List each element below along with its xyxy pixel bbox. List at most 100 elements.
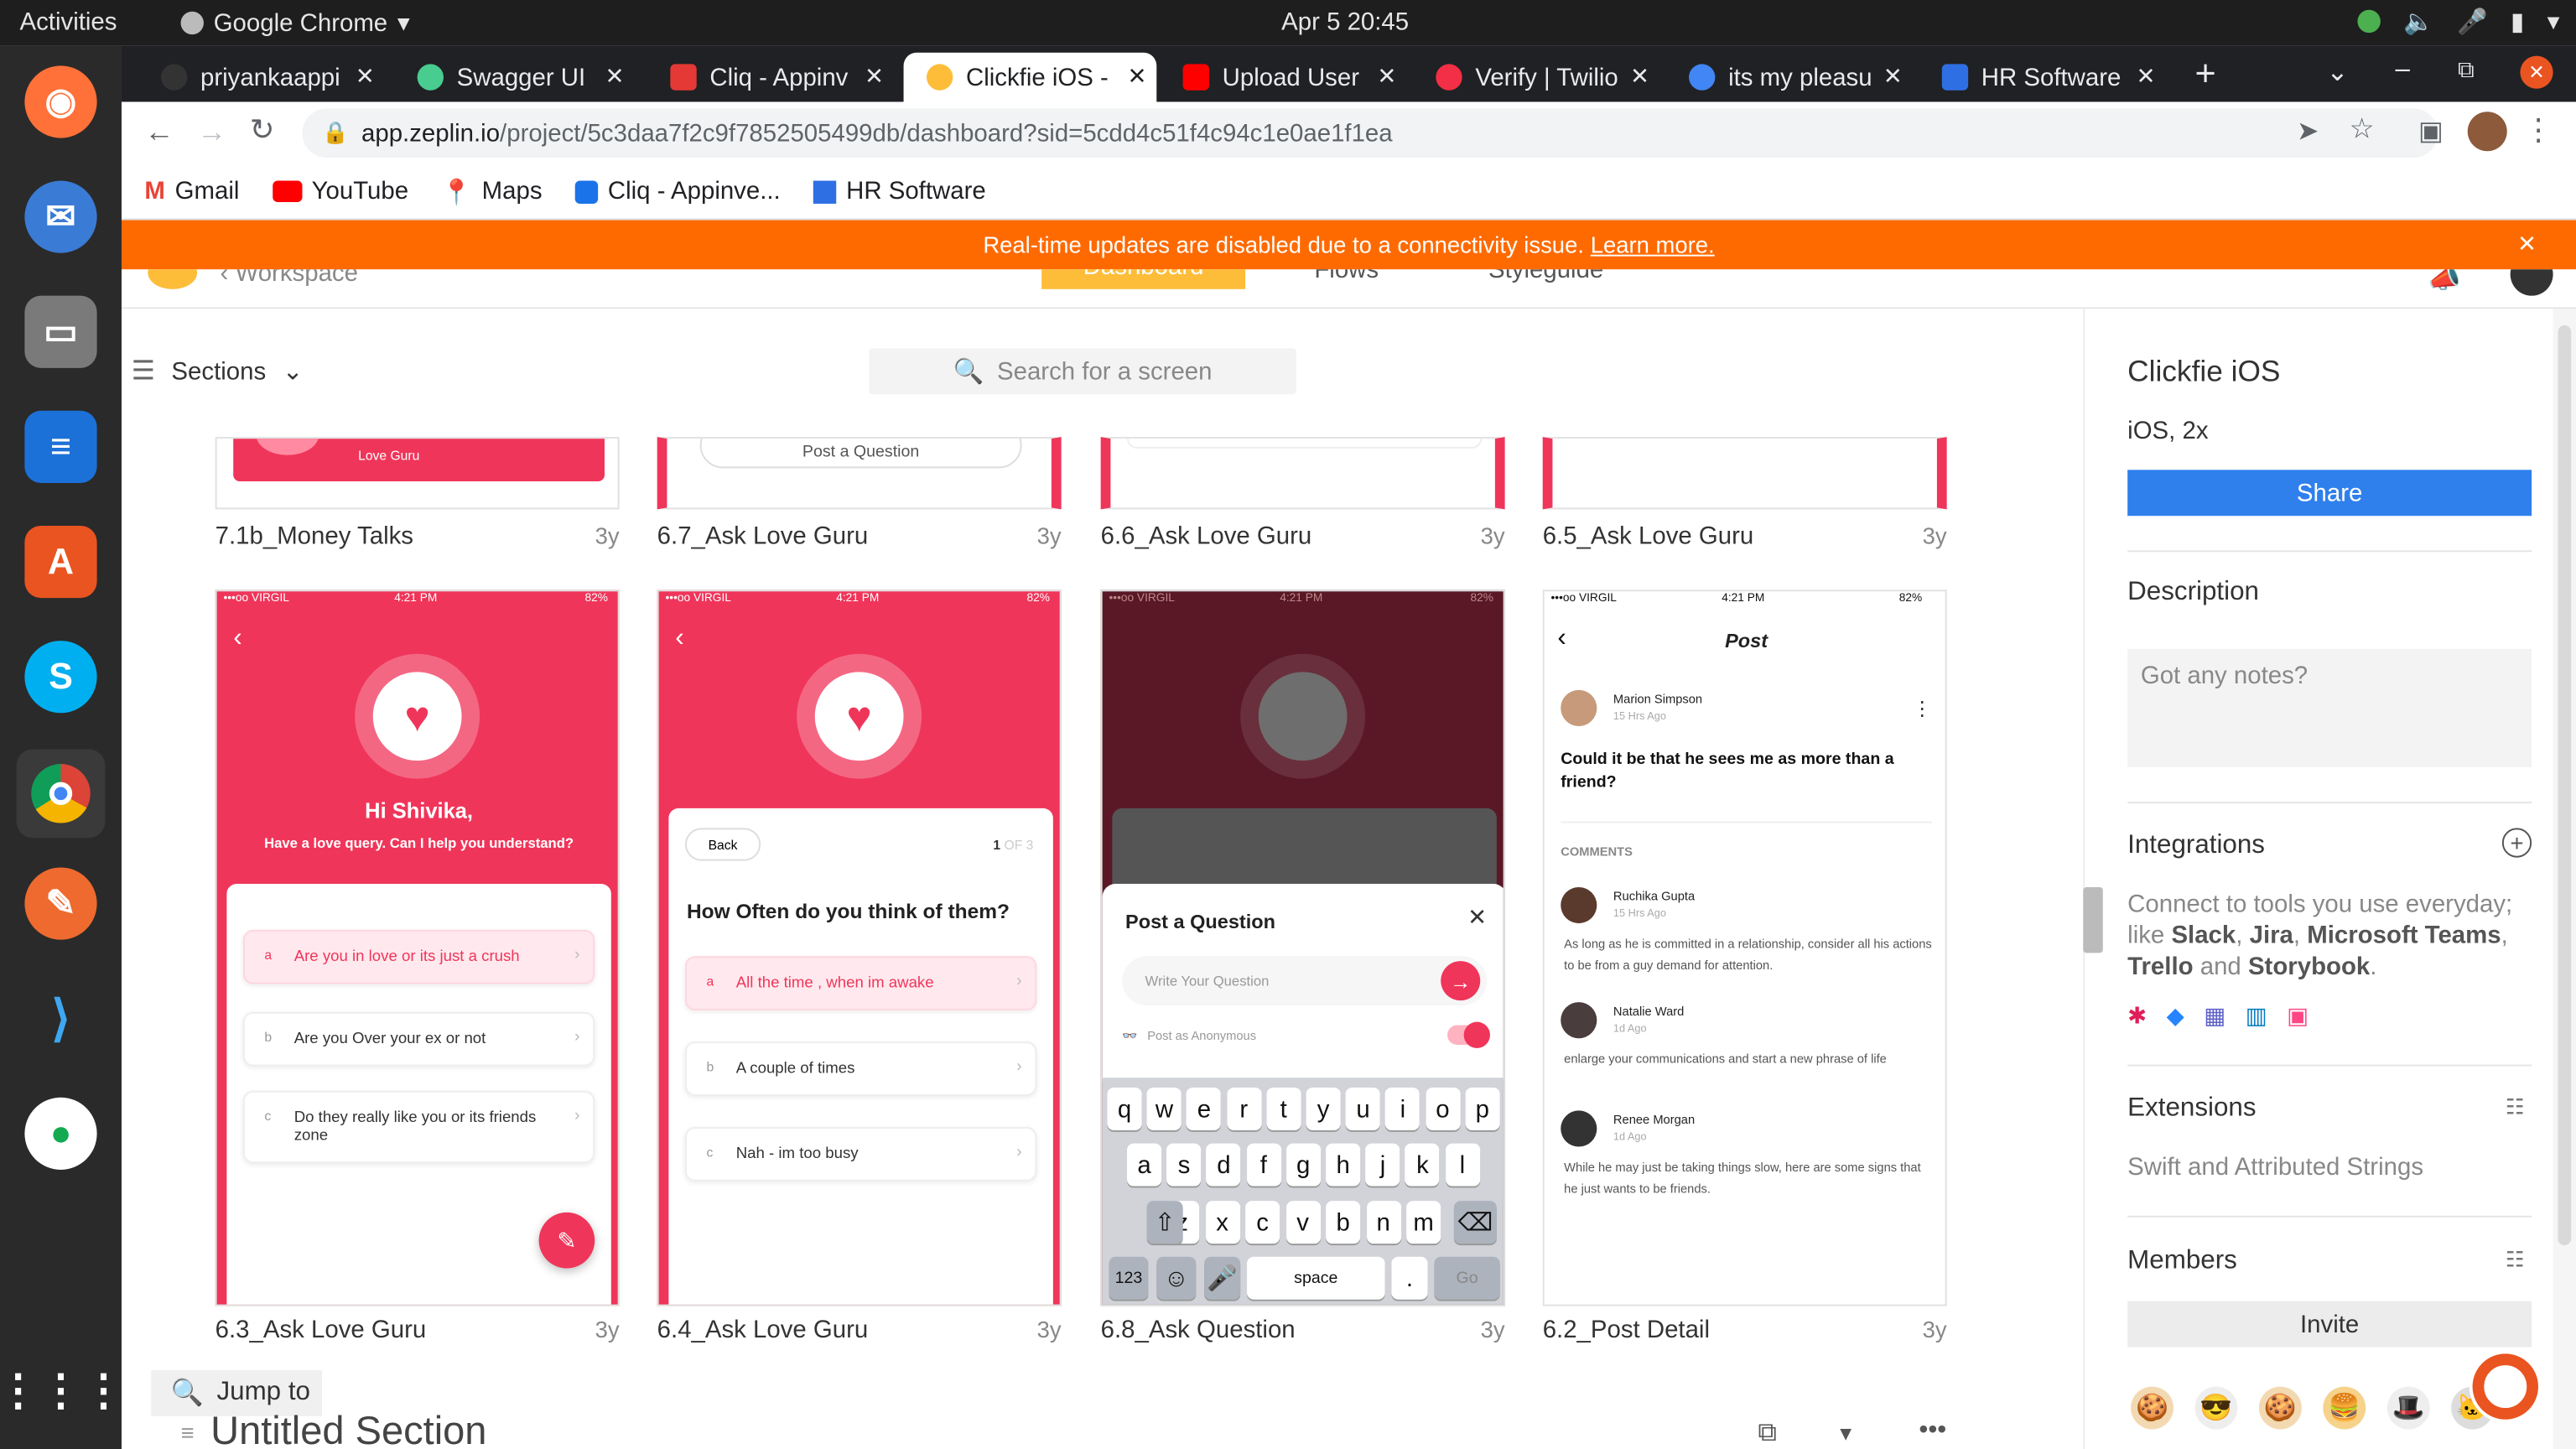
keyboard-key[interactable]: d xyxy=(1206,1143,1241,1187)
member-avatar[interactable]: 😎 xyxy=(2194,1386,2238,1430)
keyboard-key[interactable]: v xyxy=(1285,1201,1321,1244)
close-icon[interactable]: ✕ xyxy=(1467,904,1487,932)
screen-thumbnail-68[interactable]: •••oo VIRGIL 4:21 PM 82% Post a Question… xyxy=(1100,589,1505,1306)
question-input[interactable]: Write Your Question → xyxy=(1122,956,1488,1006)
browser-tab[interactable]: HR Software ✕ xyxy=(1919,53,2165,102)
screen-thumbnail[interactable]: Love Guru xyxy=(215,437,620,510)
help-lifebuoy-icon[interactable] xyxy=(2472,1353,2538,1420)
mongodb-compass-icon[interactable]: ● xyxy=(24,1097,97,1170)
keyboard-key[interactable]: f xyxy=(1246,1143,1281,1187)
keyboard-key[interactable]: n xyxy=(1366,1201,1401,1244)
system-tray[interactable]: 🔈 🎤 ▮ ▾ xyxy=(2357,7,2559,36)
slack-icon[interactable]: ✱ xyxy=(2127,1002,2147,1030)
close-icon[interactable]: ✕ xyxy=(605,62,625,90)
libreoffice-writer-icon[interactable]: ≡ xyxy=(24,410,97,484)
screen-thumbnail[interactable] xyxy=(1100,437,1505,510)
invite-button[interactable]: Invite xyxy=(2127,1301,2532,1348)
thunderbird-icon[interactable]: ✉ xyxy=(24,180,97,253)
member-avatar[interactable]: 🍪 xyxy=(2131,1386,2174,1430)
screen-search-input[interactable]: 🔍 Search for a screen xyxy=(869,348,1296,395)
browser-tab[interactable]: Upload User ✕ xyxy=(1160,53,1406,102)
tab-dashboard[interactable]: Dashboard xyxy=(1041,269,1246,289)
answer-option[interactable]: c Do they really like you or its friends… xyxy=(242,1090,595,1164)
activities-button[interactable]: Activities xyxy=(20,8,117,36)
microphone-icon[interactable]: 🎤 xyxy=(1204,1256,1241,1300)
trello-icon[interactable]: ▥ xyxy=(2246,1002,2267,1030)
jira-icon[interactable]: ◆ xyxy=(2167,1002,2184,1030)
close-icon[interactable]: ✕ xyxy=(356,62,375,90)
answer-option-selected[interactable]: a All the time , when im awake › xyxy=(684,956,1037,1010)
shift-key[interactable]: ⇧ xyxy=(1146,1201,1183,1244)
back-chevron-icon[interactable]: ‹ xyxy=(675,624,683,653)
close-icon[interactable]: ✕ xyxy=(2136,62,2155,90)
close-icon[interactable]: ✕ xyxy=(1630,62,1649,90)
bookmark-maps[interactable]: 📍 Maps xyxy=(441,177,542,206)
browser-tab[interactable]: Swagger UI ✕ xyxy=(394,53,634,102)
keyboard-key[interactable]: b xyxy=(1326,1201,1361,1244)
member-avatar[interactable]: 🍪 xyxy=(2258,1386,2302,1430)
firefox-icon[interactable]: ◉ xyxy=(24,65,97,138)
side-panel-icon[interactable]: ▣ xyxy=(2418,115,2444,148)
go-key[interactable]: Go xyxy=(1434,1256,1500,1300)
bookmark-gmail[interactable]: M Gmail xyxy=(144,178,239,205)
reload-icon[interactable]: ↻ xyxy=(250,113,275,148)
keyboard-key[interactable]: r xyxy=(1226,1087,1261,1130)
keyboard-key[interactable]: i xyxy=(1385,1087,1420,1130)
keyboard-key[interactable]: e xyxy=(1187,1087,1222,1130)
panel-scrollbar-thumb[interactable] xyxy=(2083,886,2103,953)
keyboard-key[interactable]: l xyxy=(1445,1143,1480,1187)
anonymous-toggle[interactable] xyxy=(1447,1021,1490,1048)
drag-handle-icon[interactable]: ≡ xyxy=(181,1420,195,1446)
keyboard-key[interactable]: a xyxy=(1127,1143,1162,1187)
show-apps-icon[interactable]: ⋮⋮⋮ xyxy=(0,1353,125,1426)
keyboard-key[interactable]: o xyxy=(1425,1087,1460,1130)
browser-tab[interactable]: its my pleasu ✕ xyxy=(1666,53,1913,102)
settings-sliders-icon[interactable]: ☷ xyxy=(2506,1094,2525,1120)
keyboard-key[interactable]: c xyxy=(1245,1201,1280,1244)
close-icon[interactable]: ✕ xyxy=(1883,62,1903,90)
tab-styleguide[interactable]: Styleguide xyxy=(1488,269,1603,284)
chevron-down-icon[interactable]: ▾ xyxy=(1840,1420,1852,1447)
answer-option[interactable]: b A couple of times › xyxy=(684,1041,1037,1096)
clock[interactable]: Apr 5 20:45 xyxy=(1281,8,1409,36)
chrome-dock-icon[interactable] xyxy=(16,749,106,839)
banner-close-icon[interactable]: ✕ xyxy=(2517,230,2537,257)
zeplin-logo-icon[interactable] xyxy=(148,269,198,289)
keyboard-key[interactable]: h xyxy=(1326,1143,1361,1187)
settings-sliders-icon[interactable]: ☷ xyxy=(2506,1247,2525,1273)
bookmark-star-icon[interactable]: ☆ xyxy=(2350,113,2375,146)
share-button[interactable]: Share xyxy=(2127,470,2532,517)
notifications-icon[interactable]: 📣 xyxy=(2428,269,2461,295)
browser-tab[interactable]: priyankaappi ✕ xyxy=(138,53,385,102)
software-center-icon[interactable]: A xyxy=(24,525,97,599)
minimize-icon[interactable]: – xyxy=(2396,56,2410,86)
delete-key[interactable]: ⌫ xyxy=(1453,1201,1497,1244)
keyboard-key[interactable]: p xyxy=(1465,1087,1500,1130)
back-arrow-icon[interactable]: ← xyxy=(144,115,174,149)
browser-tab-active[interactable]: Clickfie iOS - ✕ xyxy=(903,52,1157,102)
bookmark-hr-software[interactable]: HR Software xyxy=(813,178,986,205)
screen-thumbnail[interactable] xyxy=(1542,437,1947,510)
member-avatar[interactable]: 🍔 xyxy=(2323,1386,2366,1430)
emoji-icon[interactable]: ☺ xyxy=(1156,1256,1197,1300)
new-tab-button[interactable]: + xyxy=(2194,53,2215,96)
page-scrollbar[interactable] xyxy=(2553,309,2576,1449)
learn-more-link[interactable]: Learn more. xyxy=(1591,231,1715,257)
window-close-icon[interactable]: ✕ xyxy=(2520,55,2553,89)
forward-arrow-icon[interactable]: → xyxy=(197,115,226,149)
screen-thumbnail-62[interactable]: •••oo VIRGIL 4:21 PM 82% ‹ Post Marion S… xyxy=(1542,589,1947,1306)
screen-thumbnail[interactable]: Post a Question xyxy=(657,437,1062,510)
skype-icon[interactable]: S xyxy=(24,641,97,714)
profile-avatar[interactable] xyxy=(2467,112,2507,152)
restore-icon[interactable]: ⧉ xyxy=(2458,56,2475,84)
user-avatar[interactable] xyxy=(2510,269,2553,296)
close-icon[interactable]: ✕ xyxy=(1377,62,1396,90)
tab-flows[interactable]: Flows xyxy=(1314,269,1379,284)
vscode-icon[interactable]: ⟩ xyxy=(24,982,97,1055)
keyboard-key[interactable]: x xyxy=(1205,1201,1240,1244)
storybook-icon[interactable]: ▣ xyxy=(2287,1002,2309,1030)
back-chevron-icon[interactable]: ‹ xyxy=(233,624,242,653)
keyboard-key[interactable]: j xyxy=(1365,1143,1400,1187)
kebab-menu-icon[interactable]: ⋮ xyxy=(2523,113,2553,148)
files-icon[interactable]: ▭ xyxy=(24,295,97,368)
